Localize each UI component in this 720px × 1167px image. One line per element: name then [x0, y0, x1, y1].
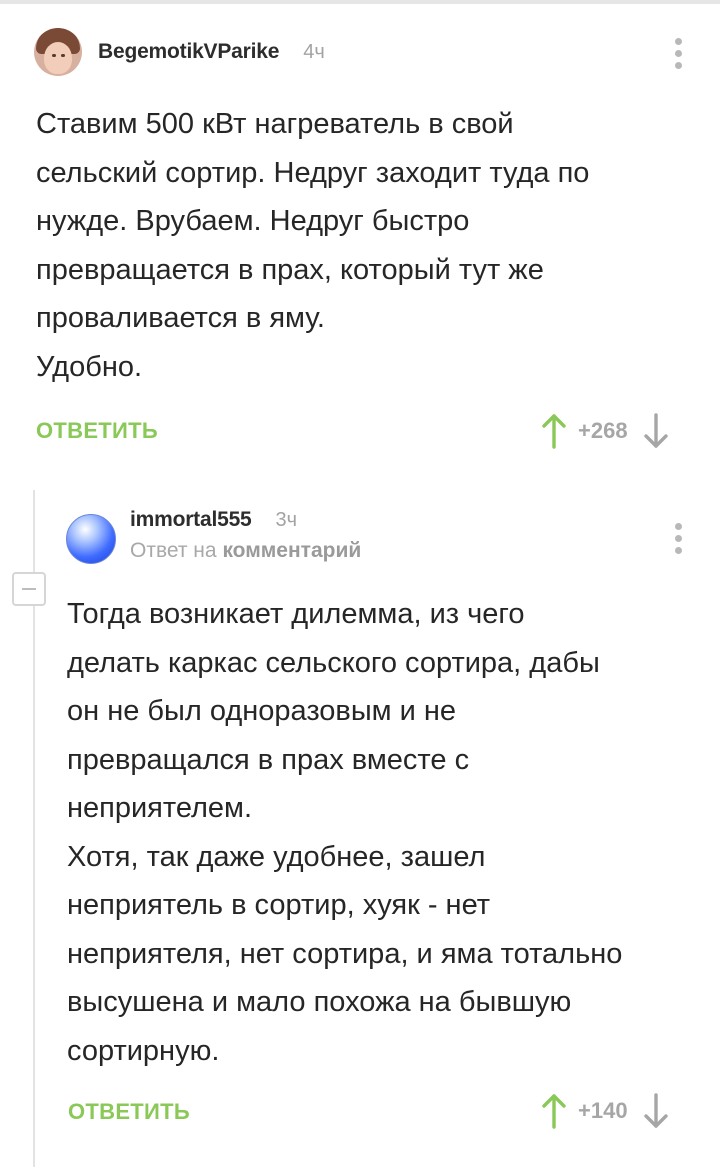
upvote-arrow-icon[interactable] [540, 1093, 568, 1129]
avatar[interactable] [34, 28, 82, 76]
comment-author[interactable]: BegemotikVParike [98, 40, 279, 64]
reply-button[interactable]: ОТВЕТИТЬ [36, 418, 158, 444]
comment-text: Ставим 500 кВт нагреватель в свой сельск… [36, 108, 590, 383]
comment-author[interactable]: immortal555 [130, 508, 252, 532]
downvote-arrow-icon[interactable] [642, 413, 670, 449]
top-divider [0, 0, 720, 4]
comment-header: immortal555 3ч Ответ на комментарий [66, 508, 361, 564]
more-options-icon[interactable] [674, 523, 682, 554]
reply-button[interactable]: ОТВЕТИТЬ [68, 1099, 190, 1125]
rating-count: +268 [578, 418, 628, 443]
rating-count: +140 [578, 1098, 628, 1123]
comment-header: BegemotikVParike 4ч [34, 28, 325, 76]
collapse-thread-button[interactable] [12, 572, 46, 606]
avatar[interactable] [66, 514, 116, 564]
more-options-icon[interactable] [674, 38, 682, 69]
comment-rating: +268 [540, 411, 670, 451]
comment-text: Тогда возникает дилемма, из чего делать … [67, 598, 623, 1067]
upvote-arrow-icon[interactable] [540, 413, 568, 449]
reply-to-label: Ответ на комментарий [130, 539, 361, 563]
minus-icon [22, 588, 36, 590]
downvote-arrow-icon[interactable] [642, 1093, 670, 1129]
comment-rating: +140 [540, 1091, 670, 1131]
comment-time: 3ч [275, 508, 298, 531]
reply-to-prefix: Ответ на [130, 539, 217, 562]
comment-time: 4ч [303, 40, 325, 63]
reply-to-link[interactable]: комментарий [222, 539, 361, 562]
